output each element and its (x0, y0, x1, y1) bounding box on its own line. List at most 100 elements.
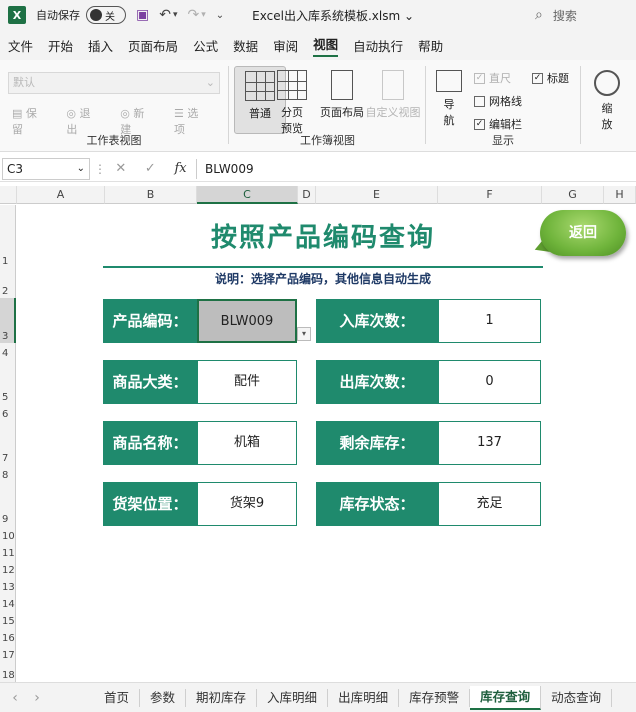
search-icon: ⌕ (535, 7, 543, 23)
headings-checkbox[interactable]: ✓ 标题 (532, 70, 569, 86)
row-header[interactable]: 2 (0, 268, 16, 298)
tab-home[interactable]: 开始 (48, 36, 73, 55)
sheet-view-group-label: 工作表视图 (86, 134, 142, 147)
navigation-button[interactable]: 导 航 (430, 66, 468, 128)
row-header[interactable]: 14 (0, 594, 16, 611)
zoom-button[interactable]: 缩 放 (584, 66, 630, 132)
custom-views-button[interactable]: 自定义视图 (364, 66, 422, 120)
product-code-cell[interactable]: BLW009 (197, 299, 297, 343)
row-header[interactable]: 18 (0, 662, 16, 682)
row-header[interactable]: 17 (0, 645, 16, 662)
ruler-label: 直尺 (489, 72, 511, 85)
back-button[interactable]: 返回 (540, 210, 626, 256)
inbound-count-label: 入库次数： (316, 299, 438, 343)
outbound-count-label: 出库次数： (316, 360, 438, 404)
sheet-view-dropdown[interactable]: 默认 ⌄ (8, 72, 220, 94)
product-code-label: 产品编码： (103, 299, 197, 343)
row-header[interactable]: 12 (0, 560, 16, 577)
enter-icon[interactable]: ✓ (145, 161, 156, 176)
shelf-location-cell[interactable]: 货架9 (197, 482, 297, 526)
tab-view[interactable]: 视图 (313, 34, 339, 57)
row-header[interactable]: 11 (0, 543, 16, 560)
name-box[interactable]: C3 ⌄ (2, 157, 90, 180)
outbound-count-cell[interactable]: 0 (438, 360, 541, 404)
select-all-corner[interactable] (0, 186, 17, 204)
page-layout-view-button[interactable]: 页面布局 (312, 66, 372, 120)
tab-data[interactable]: 数据 (233, 36, 258, 55)
chevron-down-icon: ⌄ (205, 76, 215, 89)
customize-toolbar-icon[interactable]: ⌄ (216, 10, 224, 21)
tab-formulas[interactable]: 公式 (193, 36, 218, 55)
row-header-selected[interactable]: 3 (0, 298, 16, 343)
inbound-count-cell[interactable]: 1 (438, 299, 541, 343)
remaining-stock-cell[interactable]: 137 (438, 421, 541, 465)
row-header[interactable]: 4 (0, 343, 16, 360)
page-layout-icon (331, 70, 353, 100)
stock-status-cell[interactable]: 充足 (438, 482, 541, 526)
save-icon[interactable]: ▣ (136, 7, 149, 23)
show-group: 导 航 ✓ 直尺 网格线 ✓ 编辑栏 ✓ 标题 显示 (428, 62, 578, 150)
cancel-icon[interactable]: ✕ (115, 161, 126, 176)
row-header[interactable]: 1 (0, 205, 16, 268)
zoom-icon (594, 70, 620, 96)
column-header[interactable]: G (542, 186, 604, 204)
tab-help[interactable]: 帮助 (418, 36, 443, 55)
column-header[interactable]: E (316, 186, 438, 204)
row-header[interactable]: 5 (0, 360, 16, 404)
autosave-toggle[interactable]: 关 (86, 6, 126, 24)
sheet-tab[interactable]: 出库明细 (328, 688, 400, 707)
column-header[interactable]: A (17, 186, 105, 204)
sheet-view-dropdown-value: 默认 (13, 76, 35, 89)
row-header[interactable]: 6 (0, 404, 16, 421)
cell-dropdown-button[interactable]: ▾ (297, 327, 311, 341)
page-break-preview-button[interactable]: 分页 预览 (268, 66, 316, 136)
tab-review[interactable]: 审阅 (273, 36, 298, 55)
column-header[interactable]: D (298, 186, 316, 204)
formula-bar-checkbox[interactable]: ✓ 编辑栏 (474, 116, 522, 132)
row-header[interactable]: 10 (0, 526, 16, 543)
row-header[interactable]: 7 (0, 421, 16, 465)
gridlines-checkbox[interactable]: 网格线 (474, 93, 522, 109)
search-input[interactable]: ⌕ 搜索 (525, 4, 629, 26)
tab-automate[interactable]: 自动执行 (353, 36, 403, 55)
scroll-right-icon[interactable]: › (26, 690, 48, 706)
remaining-stock-label: 剩余库存： (316, 421, 438, 465)
redo-icon[interactable]: ↷ (188, 7, 200, 23)
sheet-tab[interactable]: 库存预警 (399, 688, 471, 707)
redo-dropdown-icon[interactable]: ▾ (201, 10, 206, 20)
sheet-tab[interactable]: 首页 (94, 688, 141, 707)
insert-function-icon[interactable]: fx (174, 161, 186, 176)
column-header[interactable]: B (105, 186, 197, 204)
sheet-tab[interactable]: 期初库存 (186, 688, 258, 707)
formula-input[interactable]: BLW009 (196, 158, 254, 179)
row-header[interactable]: 8 (0, 465, 16, 482)
scroll-left-icon[interactable]: ‹ (4, 690, 26, 706)
tab-page-layout[interactable]: 页面布局 (128, 36, 178, 55)
ruler-checkbox[interactable]: ✓ 直尺 (474, 70, 511, 86)
column-header[interactable]: H (604, 186, 636, 204)
row-header[interactable]: 15 (0, 611, 16, 628)
name-box-value: C3 (7, 161, 24, 176)
document-title[interactable]: Excel出入库系统模板.xlsm ⌄ (252, 7, 414, 24)
checkbox-checked-icon: ✓ (474, 118, 485, 130)
undo-dropdown-icon[interactable]: ▾ (173, 10, 178, 20)
row-header[interactable]: 13 (0, 577, 16, 594)
column-header-selected[interactable]: C (197, 186, 298, 204)
row-header[interactable]: 9 (0, 482, 16, 526)
row-header[interactable]: 16 (0, 628, 16, 645)
tab-insert[interactable]: 插入 (88, 36, 113, 55)
workbook-view-group-label: 工作簿视图 (300, 134, 355, 147)
undo-icon[interactable]: ↶ (159, 7, 171, 23)
sheet-tab-active[interactable]: 库存查询 (470, 685, 542, 710)
product-name-cell[interactable]: 机箱 (197, 421, 297, 465)
sheet-tab[interactable]: 参数 (140, 688, 187, 707)
column-header[interactable]: F (438, 186, 542, 204)
sheet-tab[interactable]: 入库明细 (257, 688, 329, 707)
ribbon-divider (228, 66, 229, 144)
formula-controls: ✕ ✓ fx (106, 161, 196, 176)
toggle-knob (90, 9, 102, 21)
tab-file[interactable]: 文件 (8, 36, 33, 55)
checkbox-checked-icon: ✓ (474, 72, 485, 84)
category-cell[interactable]: 配件 (197, 360, 297, 404)
sheet-tab[interactable]: 动态查询 (541, 688, 613, 707)
